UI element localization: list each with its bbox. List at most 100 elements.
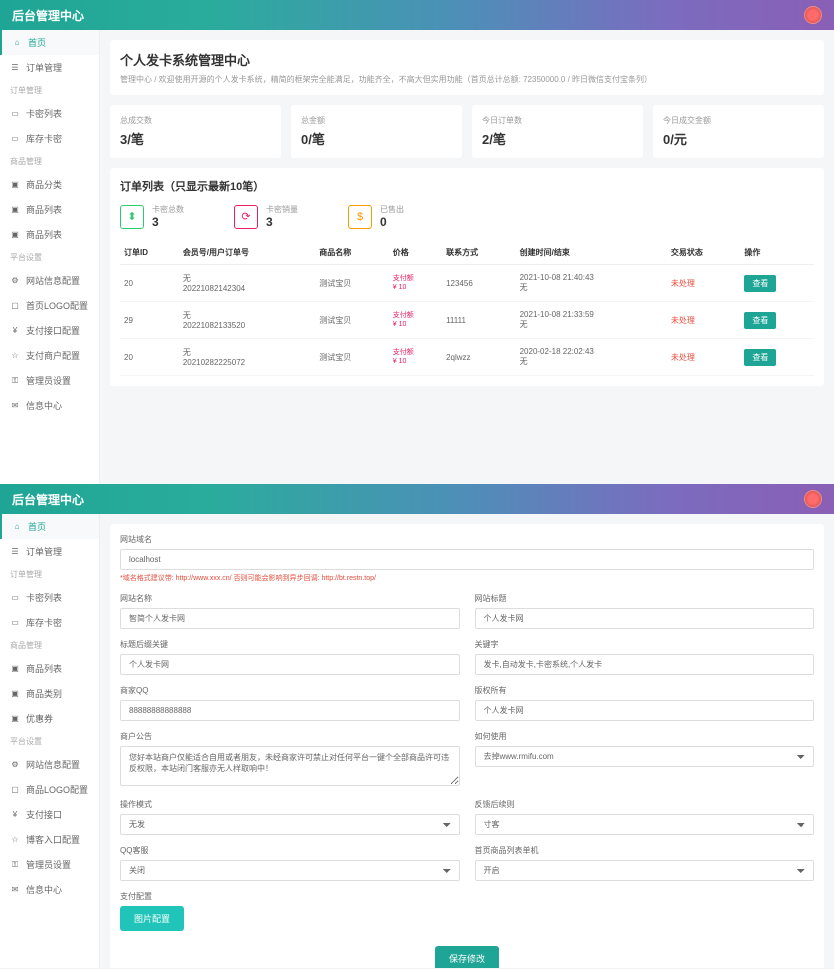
page-title: 个人发卡系统管理中心 [120,50,814,69]
nav-kami-stock[interactable]: ▭库存卡密 [0,610,99,635]
nav-orders[interactable]: ☰订单管理 [0,539,99,564]
card-icon: ▭ [10,593,20,603]
help-label: 如何使用 [475,731,815,742]
nav-merchant-config[interactable]: ☆支付商户配置 [0,343,99,368]
user-icon: ☆ [10,835,20,845]
kefu-select[interactable]: 关闭 [120,860,460,881]
home-icon: ⌂ [12,522,22,532]
nav-orders[interactable]: ☰订单管理 [0,55,99,80]
pay-icon: ¥ [10,326,20,336]
nav-admin-pwd[interactable]: ⚿管理员设置 [0,368,99,393]
view-button[interactable]: 查看 [744,312,776,329]
stat-today-count: 今日订单数2/笔 [472,105,643,158]
nav-home[interactable]: ⌂首页 [0,514,99,539]
nav-plugin-list[interactable]: ▣优惠券 [0,706,99,731]
query-tpl-label: 反馈后续则 [475,799,815,810]
copyright-label: 版权所有 [475,685,815,696]
kefu-pos-select[interactable]: 开启 [475,860,815,881]
desc-label: 标题后缀关键 [120,639,460,650]
nav-logo-config[interactable]: ▢首页LOGO配置 [0,293,99,318]
nav-msg-center[interactable]: ✉信息中心 [0,877,99,902]
order-tpl-select[interactable]: 无发 [120,814,460,835]
page-sub: 管理中心 / 欢迎使用开源的个人发卡系统，精简的框架完全能满足，功能齐全，不高大… [120,74,814,85]
stat-total-count: 总成交数3/笔 [110,105,281,158]
nav-home[interactable]: ⌂首页 [0,30,99,55]
kefu-pos-label: 首页商品列表单机 [475,845,815,856]
qq-input[interactable] [120,700,460,721]
msg-icon: ✉ [10,885,20,895]
lock-icon: ⚿ [10,860,20,870]
nav-pay-config[interactable]: ¥支付接口 [0,802,99,827]
nav-pay-config[interactable]: ¥支付接口配置 [0,318,99,343]
nav-site-config[interactable]: ⚙网站信息配置 [0,752,99,777]
summary-total: ⬍卡密总数3 [120,204,184,229]
nav-cat: 订单管理 [0,80,99,101]
orders-table: 订单ID 会员号/用户订单号 商品名称 价格 联系方式 创建时间/结束 交易状态… [120,241,814,376]
notice-label: 商户公告 [120,731,460,742]
list-icon: ☰ [10,63,20,73]
keywords-input[interactable] [475,654,815,675]
nav-goods-cat[interactable]: ▣商品类别 [0,681,99,706]
nav-kami-stock[interactable]: ▭库存卡密 [0,126,99,151]
save-button[interactable]: 保存修改 [435,946,499,968]
home-icon: ⌂ [12,38,22,48]
copyright-input[interactable] [475,700,815,721]
nav-kami-list[interactable]: ▭卡密列表 [0,101,99,126]
stock-icon: ▭ [10,134,20,144]
site-title-input[interactable] [475,608,815,629]
sidebar: ⌂首页 ☰订单管理 订单管理 ▭卡密列表 ▭库存卡密 商品管理 ▣商品列表 ▣商… [0,514,100,968]
site-url-note: *域名格式建议带: http://www.xxx.cn/ 否则可能会影响到异步回… [120,573,814,583]
order-tpl-label: 操作模式 [120,799,460,810]
goods-icon: ▣ [10,664,20,674]
folder-icon: ▣ [10,180,20,190]
card-icon: ▭ [10,109,20,119]
nav-kami-list[interactable]: ▭卡密列表 [0,585,99,610]
nav-site-config[interactable]: ⚙网站信息配置 [0,268,99,293]
image-icon: ▢ [10,301,20,311]
site-title-label: 网站标题 [475,593,815,604]
stock-icon: ▭ [10,618,20,628]
site-name-input[interactable] [120,608,460,629]
plugin-icon: ▣ [10,714,20,724]
site-url-label: 网站域名 [120,534,814,545]
msg-icon: ✉ [10,401,20,411]
list-title: 订单列表（只显示最新10笔） [120,178,814,194]
header-title: 后台管理中心 [12,7,84,24]
globe-icon: ⚙ [10,276,20,286]
nav-admin-pwd[interactable]: ⚿管理员设置 [0,852,99,877]
table-row: 20无 20210282225072测试宝贝支付额¥ 102qlwzz2020-… [120,339,814,376]
nav-cat: 商品管理 [0,151,99,172]
sidebar: ⌂首页 ☰订单管理 订单管理 ▭卡密列表 ▭库存卡密 商品管理 ▣商品分类 ▣商… [0,30,100,484]
view-button[interactable]: 查看 [744,349,776,366]
nav-msg-center[interactable]: ✉信息中心 [0,393,99,418]
merchant-icon: ☆ [10,351,20,361]
nav-user-config[interactable]: ☆博客入口配置 [0,827,99,852]
nav-goods-list[interactable]: ▣商品列表 [0,197,99,222]
nav-goods-batch[interactable]: ▣商品列表 [0,222,99,247]
help-select[interactable]: 去掉www.rmifu.com [475,746,815,767]
tag-icon: ⟳ [234,205,258,229]
site-url-input[interactable] [120,549,814,570]
summary-sold: ⟳卡密销量3 [234,204,298,229]
pay-icon: ¥ [10,810,20,820]
avatar[interactable] [804,6,822,24]
notice-textarea[interactable]: 您好本站商户仅能适合自用或者朋友，未经商家许可禁止对任何平台一键个全部商品许可违… [120,746,460,786]
qq-label: 商家QQ [120,685,460,696]
money-icon: $ [348,205,372,229]
view-button[interactable]: 查看 [744,275,776,292]
avatar[interactable] [804,490,822,508]
upload-button[interactable]: 图片配置 [120,906,184,931]
nav-goods-cat[interactable]: ▣商品分类 [0,172,99,197]
goods-icon: ▣ [10,205,20,215]
batch-icon: ▣ [10,230,20,240]
desc-input[interactable] [120,654,460,675]
query-tpl-select[interactable]: 寸客 [475,814,815,835]
globe-icon: ⚙ [10,760,20,770]
nav-cat: 平台设置 [0,247,99,268]
nav-goods-list[interactable]: ▣商品列表 [0,656,99,681]
summary-out: $已售出0 [348,204,404,229]
upload-label: 支付配置 [120,891,814,902]
chart-icon: ⬍ [120,205,144,229]
nav-logo-config[interactable]: ▢商品LOGO配置 [0,777,99,802]
header-title: 后台管理中心 [12,491,84,508]
